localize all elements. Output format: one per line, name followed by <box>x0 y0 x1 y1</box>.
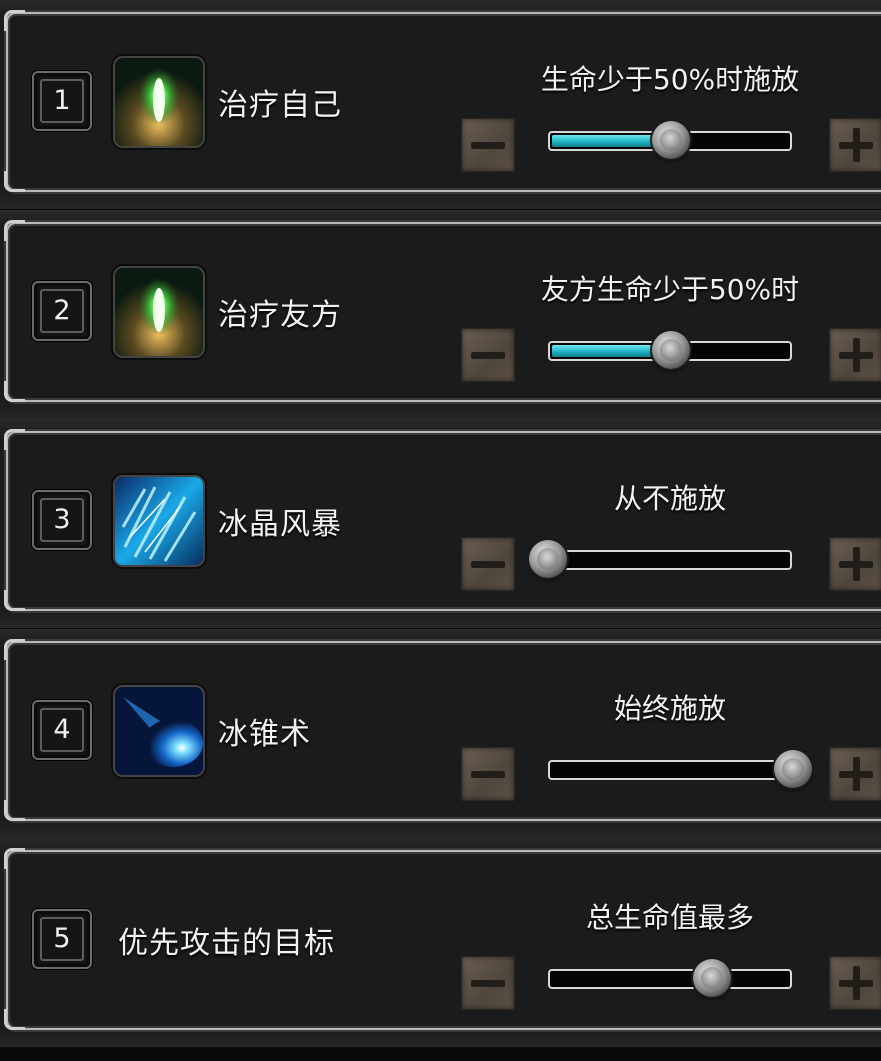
plus-icon <box>853 547 860 581</box>
priority-number-label: 4 <box>40 708 84 752</box>
decrease-button[interactable] <box>461 956 515 1010</box>
slider-knob[interactable] <box>774 750 812 788</box>
minus-icon <box>471 352 505 359</box>
slider-knob[interactable] <box>651 121 690 159</box>
minus-icon <box>471 771 505 778</box>
skill-name: 冰锥术 <box>218 717 311 752</box>
setting-label: 生命少于50%时施放 <box>540 63 800 96</box>
increase-button[interactable] <box>829 537 881 591</box>
slider-knob[interactable] <box>529 540 567 578</box>
skill-name: 优先攻击的目标 <box>118 926 335 961</box>
plus-icon <box>853 966 860 1000</box>
priority-number: 4 <box>32 700 92 760</box>
setting-label: 始终施放 <box>613 692 726 725</box>
skill-name: 治疗自己 <box>218 88 342 123</box>
priority-number-label: 1 <box>40 79 84 123</box>
decrease-button[interactable] <box>461 537 515 591</box>
priority-number-label: 3 <box>40 498 84 542</box>
minus-icon <box>471 980 505 987</box>
skill-row: 2 治疗友方 友方生命少于50%时 <box>0 210 881 419</box>
skill-row: 1 治疗自己 生命少于50%时施放 <box>0 0 881 209</box>
priority-number-label: 5 <box>40 917 84 961</box>
skill-row: 3 冰晶风暴 从不施放 <box>0 419 881 628</box>
cast-condition-slider[interactable] <box>548 550 792 570</box>
frame-corner <box>4 171 25 192</box>
skill-row: 4 冰锥术 始终施放 <box>0 629 881 838</box>
slider-knob[interactable] <box>693 959 732 997</box>
increase-button[interactable] <box>829 118 881 172</box>
priority-number: 5 <box>32 909 92 969</box>
frame-corner <box>4 429 25 450</box>
setting-label: 从不施放 <box>613 482 726 515</box>
frame-corner <box>4 10 25 31</box>
increase-button[interactable] <box>829 328 881 382</box>
ice-storm-icon <box>113 475 205 567</box>
increase-button[interactable] <box>829 956 881 1010</box>
plus-icon <box>853 128 860 162</box>
cast-condition-slider[interactable] <box>548 760 792 780</box>
priority-number: 3 <box>32 490 92 550</box>
minus-icon <box>471 561 505 568</box>
frame-corner <box>4 1009 25 1030</box>
frame-corner <box>4 800 25 821</box>
skill-name: 治疗友方 <box>218 298 342 333</box>
setting-label: 总生命值最多 <box>585 901 754 934</box>
priority-number: 1 <box>32 71 92 131</box>
plus-icon <box>853 338 860 372</box>
decrease-button[interactable] <box>461 118 515 172</box>
decrease-button[interactable] <box>461 747 515 801</box>
priority-number: 2 <box>32 281 92 341</box>
setting-label: 友方生命少于50%时 <box>540 273 800 306</box>
increase-button[interactable] <box>829 747 881 801</box>
slider-knob[interactable] <box>651 331 690 369</box>
minus-icon <box>471 142 505 149</box>
target-priority-row: 5 优先攻击的目标 总生命值最多 <box>0 838 881 1047</box>
ice-cone-icon <box>113 685 205 777</box>
frame-corner <box>4 639 25 660</box>
decrease-button[interactable] <box>461 328 515 382</box>
green-heal-icon <box>113 56 205 148</box>
frame-corner <box>4 590 25 611</box>
frame-corner <box>4 381 25 402</box>
skill-name: 冰晶风暴 <box>218 507 342 542</box>
frame-corner <box>4 220 25 241</box>
green-heal-icon <box>113 266 205 358</box>
frame-corner <box>4 848 25 869</box>
target-priority-slider[interactable] <box>548 969 792 989</box>
plus-icon <box>853 757 860 791</box>
priority-number-label: 2 <box>40 289 84 333</box>
